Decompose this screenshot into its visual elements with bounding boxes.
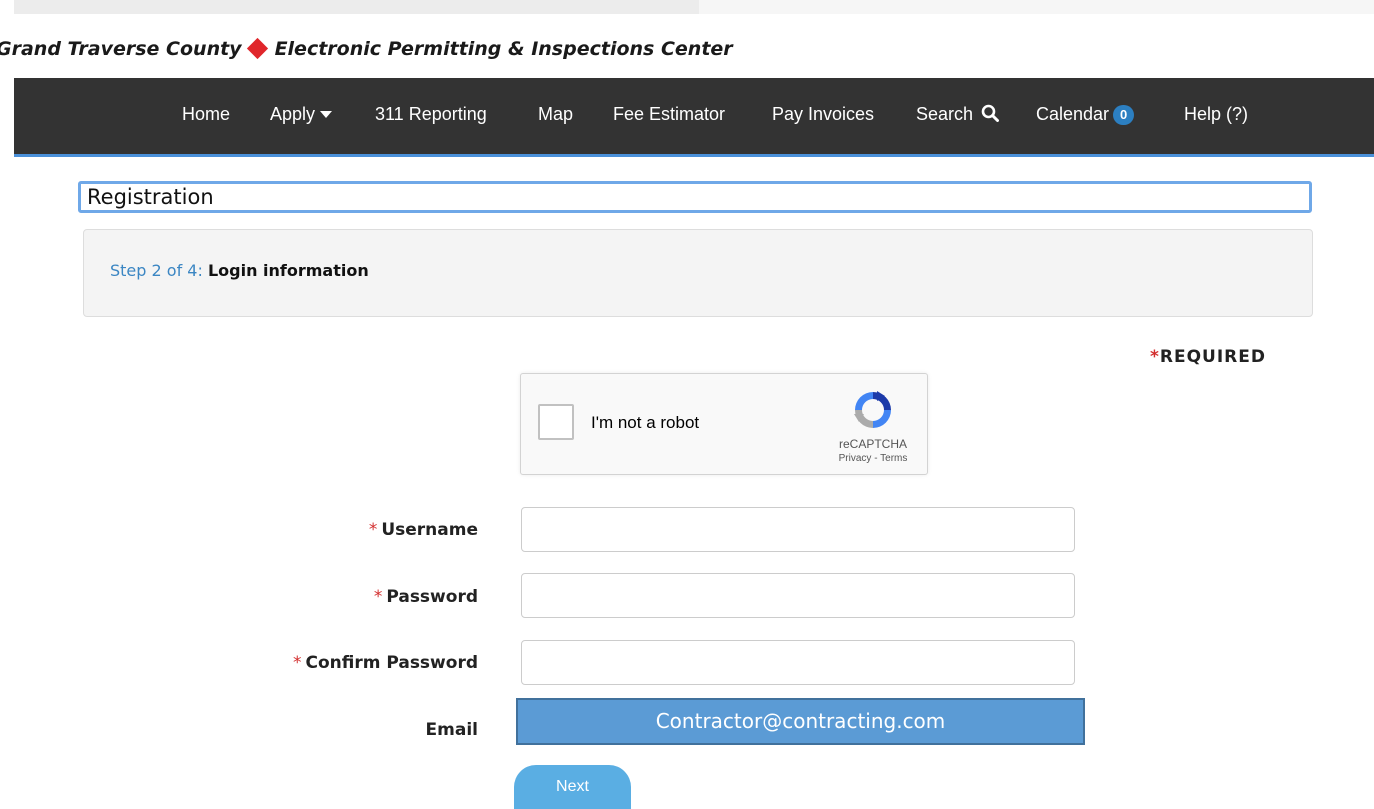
nav-pay-invoices[interactable]: Pay Invoices <box>772 78 874 154</box>
username-input[interactable] <box>521 507 1075 552</box>
nav-map[interactable]: Map <box>538 78 573 154</box>
main-navbar: Home Apply 311 Reporting Map Fee Estimat… <box>14 78 1374 157</box>
username-label-text: Username <box>381 520 478 540</box>
password-required-star: * <box>373 587 383 607</box>
password-label: * Password <box>0 587 478 607</box>
step-indicator-panel: Step 2 of 4: Login information <box>83 229 1313 317</box>
site-title-center: Electronic Permitting & Inspections Cent… <box>274 38 733 60</box>
password-input[interactable] <box>521 573 1075 618</box>
username-required-star: * <box>368 520 378 540</box>
captcha-brand: reCAPTCHA <box>838 437 907 451</box>
calendar-count-badge: 0 <box>1113 105 1135 125</box>
nav-fee-estimator[interactable]: Fee Estimator <box>613 78 725 154</box>
nav-311-reporting-label: 311 Reporting <box>375 104 487 124</box>
red-diamond-icon <box>246 37 268 60</box>
nav-pay-invoices-label: Pay Invoices <box>772 104 875 124</box>
captcha-label: I'm not a robot <box>591 413 700 432</box>
browser-top-strip <box>0 0 1374 18</box>
search-icon <box>981 104 1000 122</box>
confirm-password-input[interactable] <box>521 640 1075 685</box>
caret-down-icon <box>320 111 333 118</box>
top-strip-right <box>699 0 1374 14</box>
nav-apply[interactable]: Apply <box>270 78 333 154</box>
nav-search[interactable]: Search <box>916 78 1000 154</box>
nav-311-reporting[interactable]: 311 Reporting <box>375 78 487 154</box>
nav-home[interactable]: Home <box>182 78 230 154</box>
next-button[interactable]: Next <box>514 765 631 809</box>
nav-calendar[interactable]: Calendar 0 <box>1036 78 1135 154</box>
nav-home-label: Home <box>182 104 231 124</box>
password-label-text: Password <box>386 587 478 607</box>
nav-calendar-label: Calendar <box>1036 104 1110 124</box>
step-prefix: Step 2 of 4: <box>110 261 203 280</box>
recaptcha-widget: I'm not a robot reCAPTCHA Privacy - Term… <box>520 373 928 475</box>
captcha-checkbox[interactable] <box>538 404 574 440</box>
confirm-password-label: * Confirm Password <box>0 653 478 673</box>
top-strip-left <box>14 0 699 14</box>
username-label: * Username <box>0 520 478 540</box>
required-star: * <box>1150 347 1160 367</box>
page-title: Registration <box>87 185 214 209</box>
step-indicator: Step 2 of 4: Login information <box>110 261 369 280</box>
confirm-password-label-text: Confirm Password <box>305 653 478 673</box>
nav-fee-estimator-label: Fee Estimator <box>613 104 726 124</box>
nav-help[interactable]: Help (?) <box>1184 78 1248 154</box>
site-title: Grand Traverse County Electronic Permitti… <box>0 37 733 60</box>
recaptcha-logo-icon <box>854 391 891 428</box>
email-label-text: Email <box>425 720 478 740</box>
nav-map-label: Map <box>538 104 574 124</box>
email-label: Email <box>0 720 478 740</box>
required-label: REQUIRED <box>1159 347 1266 367</box>
required-note: *REQUIRED <box>1150 347 1266 367</box>
nav-apply-label: Apply <box>270 104 316 124</box>
email-field[interactable]: Contractor@contracting.com <box>516 698 1085 745</box>
step-name: Login information <box>207 261 369 280</box>
site-title-county: Grand Traverse County <box>0 38 242 60</box>
nav-search-label: Search <box>916 104 974 124</box>
registration-heading-box: Registration <box>78 181 1312 213</box>
nav-help-label: Help (?) <box>1184 104 1249 124</box>
confirm-password-required-star: * <box>292 653 302 673</box>
captcha-privacy-terms-link[interactable]: Privacy - Terms <box>827 453 919 464</box>
